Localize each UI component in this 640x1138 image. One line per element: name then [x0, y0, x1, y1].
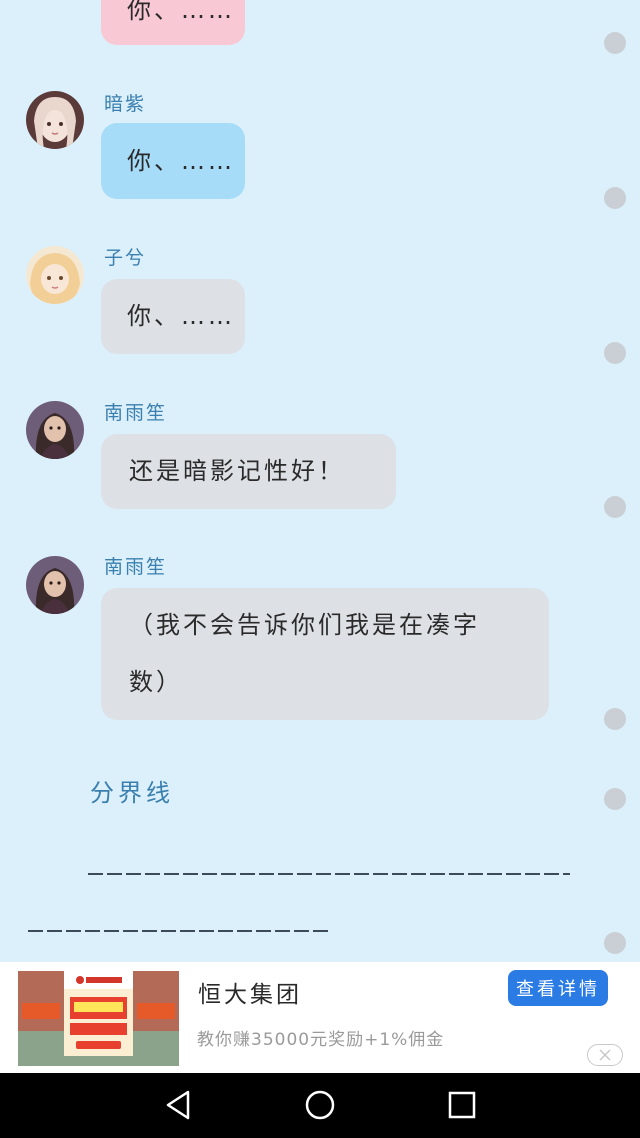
divider-label: 分界线 [90, 779, 174, 807]
sender-name: 子兮 [104, 247, 147, 269]
message-bubble[interactable]: 你、…… [101, 0, 245, 45]
message-text: 你、…… [127, 302, 235, 330]
avatar[interactable] [26, 246, 84, 304]
ad-close-button[interactable] [587, 1044, 623, 1066]
back-button[interactable] [160, 1087, 196, 1123]
ad-subtitle[interactable]: 教你赚35000元奖励+1%佣金 [197, 1025, 444, 1050]
message-status-dot [604, 496, 626, 518]
chat-list[interactable]: 你、…… 暗紫 你、…… 子兮 你、…… 南雨笙 还是暗影记性好！ 南雨笙 （我… [0, 0, 640, 962]
avatar[interactable] [26, 556, 84, 614]
message-status-dot [604, 788, 626, 810]
home-circle-icon [305, 1090, 335, 1120]
ad-image[interactable] [18, 971, 179, 1066]
ad-title[interactable]: 恒大集团 [198, 975, 302, 1009]
ad-banner[interactable]: 恒大集团 教你赚35000元奖励+1%佣金 查看详情 [0, 962, 640, 1073]
message-text: 还是暗影记性好！ [129, 457, 345, 485]
message-text: 你、…… [127, 147, 235, 175]
system-navigation-bar [0, 1073, 640, 1138]
recents-square-icon [448, 1091, 476, 1119]
chat-screen: 你、…… 暗紫 你、…… 子兮 你、…… 南雨笙 还是暗影记性好！ 南雨笙 （我… [0, 0, 640, 1138]
message-status-dot [604, 708, 626, 730]
sender-name: 南雨笙 [104, 402, 168, 424]
message-bubble[interactable]: 你、…… [101, 279, 245, 354]
back-triangle-icon [166, 1090, 190, 1120]
sender-name: 南雨笙 [104, 556, 168, 578]
recents-button[interactable] [444, 1087, 480, 1123]
avatar[interactable] [26, 401, 84, 459]
message-text: （我不会告诉你们我是在凑字数） [129, 611, 480, 696]
message-text: 你、…… [127, 0, 235, 24]
close-icon [599, 1049, 611, 1061]
message-status-dot [604, 342, 626, 364]
avatar[interactable] [26, 91, 84, 149]
message-status-dot [604, 187, 626, 209]
message-bubble[interactable]: 你、…… [101, 123, 245, 199]
message-status-dot [604, 932, 626, 954]
divider-line [88, 873, 570, 875]
sender-name: 暗紫 [104, 93, 147, 115]
view-details-label: 查看详情 [516, 979, 600, 1000]
home-button[interactable] [302, 1087, 338, 1123]
divider-line [28, 930, 328, 932]
message-status-dot [604, 32, 626, 54]
view-details-button[interactable]: 查看详情 [508, 970, 608, 1006]
message-bubble[interactable]: 还是暗影记性好！ [101, 434, 396, 509]
message-bubble[interactable]: （我不会告诉你们我是在凑字数） [101, 588, 549, 720]
